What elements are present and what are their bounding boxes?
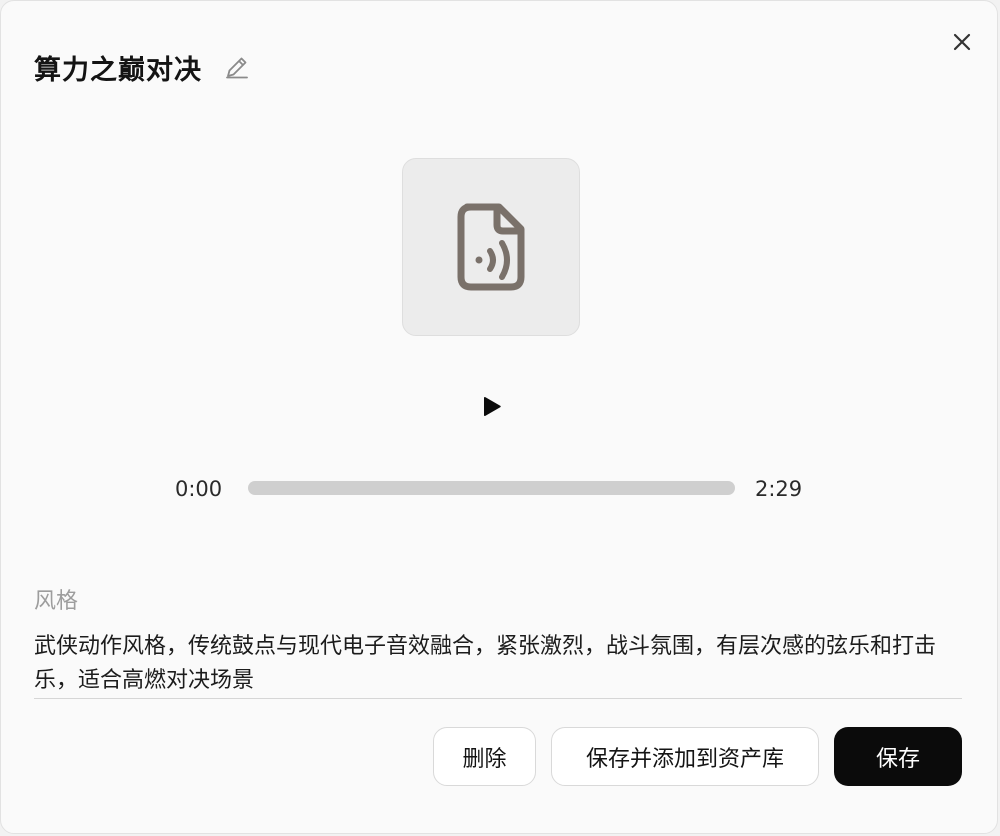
style-label: 风格	[34, 589, 79, 614]
audio-thumbnail	[402, 158, 580, 336]
audio-file-icon	[457, 203, 525, 291]
play-button[interactable]	[475, 391, 507, 423]
total-time: 2:29	[755, 477, 803, 501]
current-time: 0:00	[175, 477, 223, 501]
play-icon	[484, 397, 501, 416]
music-detail-dialog: 算力之巅对决 0:00 2:29 风格 武侠动作风格，传统鼓点与现代电子音效融合…	[0, 0, 998, 834]
delete-button[interactable]: 删除	[433, 727, 536, 786]
save-and-add-to-library-button[interactable]: 保存并添加到资产库	[551, 727, 819, 786]
progress-bar[interactable]	[248, 481, 735, 495]
save-button[interactable]: 保存	[834, 727, 962, 786]
close-icon	[953, 33, 971, 51]
pencil-icon	[226, 57, 248, 79]
edit-title-button[interactable]	[222, 52, 252, 82]
divider	[34, 698, 962, 699]
dialog-title: 算力之巅对决	[34, 54, 202, 86]
close-button[interactable]	[947, 27, 977, 57]
title-row: 算力之巅对决	[34, 45, 252, 89]
style-description[interactable]: 武侠动作风格，传统鼓点与现代电子音效融合，紧张激烈，战斗氛围，有层次感的弦乐和打…	[34, 630, 959, 698]
